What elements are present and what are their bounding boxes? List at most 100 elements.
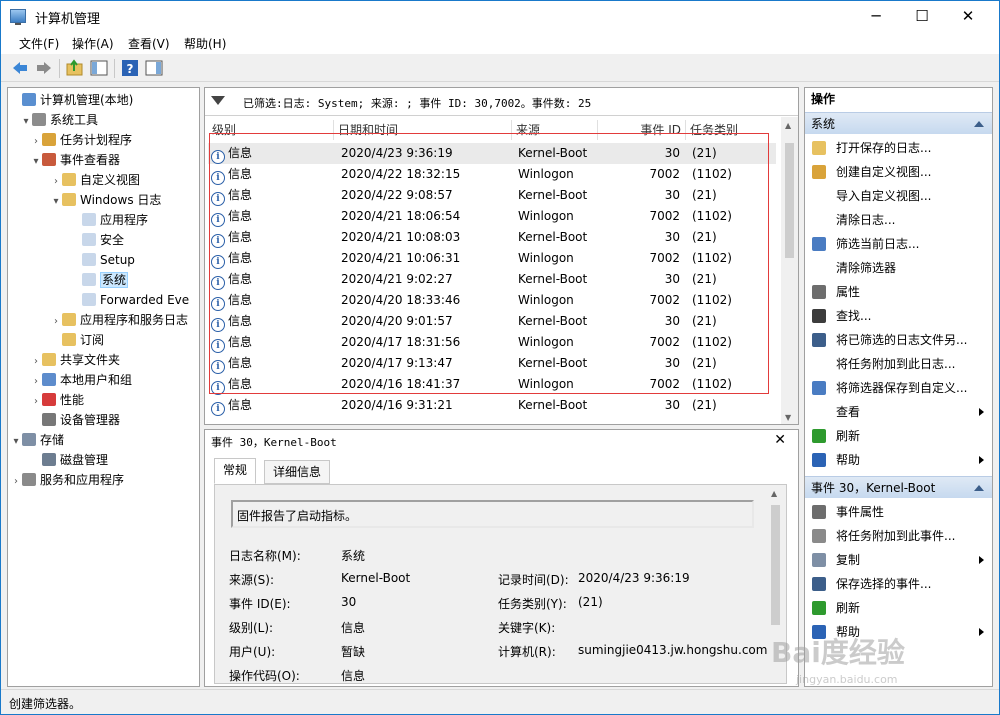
chevron-right-icon[interactable]: ›: [50, 172, 62, 192]
forward-arrow-icon[interactable]: [35, 59, 53, 77]
close-button[interactable]: ✕: [945, 1, 991, 32]
action-item[interactable]: 保存选择的事件...: [805, 572, 992, 596]
table-row[interactable]: i 信息 2020/4/17 18:31:56 Winlogon 7002 (1102): [208, 332, 776, 353]
column-header-datetime[interactable]: 日期和时间: [334, 120, 512, 140]
tree-item[interactable]: 磁盘管理: [30, 450, 108, 470]
action-item[interactable]: 创建自定义视图...: [805, 160, 992, 184]
action-item[interactable]: 清除日志...: [805, 208, 992, 232]
action-item[interactable]: 刷新: [805, 424, 992, 448]
table-row[interactable]: i 信息 2020/4/22 18:32:15 Winlogon 7002 (1102): [208, 164, 776, 185]
collapse-triangle-icon[interactable]: [974, 121, 984, 127]
detail-scrollbar-thumb[interactable]: [771, 505, 780, 625]
tree-item[interactable]: 系统: [70, 270, 129, 290]
tree-item[interactable]: 安全: [70, 230, 124, 250]
action-item[interactable]: 查看: [805, 400, 992, 424]
collapse-triangle-icon[interactable]: [974, 485, 984, 491]
table-row[interactable]: i 信息 2020/4/21 9:02:27 Kernel-Boot 30 (21): [208, 269, 776, 290]
table-row[interactable]: i 信息 2020/4/22 9:08:57 Kernel-Boot 30 (21): [208, 185, 776, 206]
menu-help[interactable]: 帮助(H): [184, 35, 226, 52]
chevron-down-icon[interactable]: ▾: [50, 192, 62, 212]
table-row[interactable]: i 信息 2020/4/21 10:08:03 Kernel-Boot 30 (21): [208, 227, 776, 248]
tab-details[interactable]: 详细信息: [264, 460, 331, 484]
tree-item[interactable]: 应用程序: [70, 210, 148, 230]
show-hide-tree-icon[interactable]: [90, 59, 108, 77]
table-row[interactable]: i 信息 2020/4/20 9:01:57 Kernel-Boot 30 (21): [208, 311, 776, 332]
info-icon: i: [211, 255, 225, 269]
tree-item[interactable]: › 性能: [30, 390, 84, 410]
level-text: 信息: [228, 293, 253, 307]
chevron-right-icon[interactable]: ›: [30, 392, 42, 412]
help-icon[interactable]: ?: [121, 59, 139, 77]
action-item[interactable]: 帮助: [805, 448, 992, 472]
close-icon[interactable]: ✕: [774, 432, 786, 448]
tree-item[interactable]: › 服务和应用程序: [10, 470, 124, 490]
action-item[interactable]: 导入自定义视图...: [805, 184, 992, 208]
minimize-button[interactable]: ─: [853, 1, 899, 32]
action-item[interactable]: 将任务附加到此事件...: [805, 524, 992, 548]
menu-file[interactable]: 文件(F): [19, 35, 59, 52]
chevron-right-icon[interactable]: ›: [10, 472, 22, 492]
back-arrow-icon[interactable]: [11, 59, 29, 77]
action-item[interactable]: 将任务附加到此日志...: [805, 352, 992, 376]
table-row[interactable]: i 信息 2020/4/21 18:06:54 Winlogon 7002 (1102): [208, 206, 776, 227]
tree-item[interactable]: 设备管理器: [30, 410, 120, 430]
chevron-down-icon[interactable]: ▾: [10, 432, 22, 452]
tree-item[interactable]: 计算机管理(本地): [10, 90, 133, 110]
chevron-right-icon[interactable]: ›: [30, 372, 42, 392]
tab-general[interactable]: 常规: [214, 458, 257, 484]
table-row[interactable]: i 信息 2020/4/20 18:33:46 Winlogon 7002 (1102): [208, 290, 776, 311]
tree-item[interactable]: › 共享文件夹: [30, 350, 120, 370]
level-cell: i 信息: [211, 143, 252, 164]
column-header-task-category[interactable]: 任务类别: [686, 120, 776, 140]
action-item[interactable]: 打开保存的日志...: [805, 136, 992, 160]
action-item[interactable]: 刷新: [805, 596, 992, 620]
chevron-down-icon[interactable]: ▾: [30, 152, 42, 172]
actions-section-event[interactable]: 事件 30，Kernel-Boot: [805, 476, 992, 498]
scroll-up-icon[interactable]: ▲: [785, 121, 791, 130]
table-row[interactable]: i 信息 2020/4/17 9:13:47 Kernel-Boot 30 (21): [208, 353, 776, 374]
event-message[interactable]: 固件报告了启动指标。: [231, 500, 754, 528]
chevron-right-icon[interactable]: ›: [30, 352, 42, 372]
tree-item[interactable]: ▾ 事件查看器: [30, 150, 120, 170]
show-hide-action-pane-icon[interactable]: [145, 59, 163, 77]
chevron-right-icon[interactable]: ›: [50, 312, 62, 332]
level-cell: i 信息: [211, 290, 252, 311]
actions-section-system[interactable]: 系统: [805, 112, 992, 134]
tree-item[interactable]: Setup: [70, 250, 135, 270]
table-row[interactable]: i 信息 2020/4/23 9:36:19 Kernel-Boot 30 (21): [208, 143, 776, 164]
window: 计算机管理 ─ ☐ ✕ 文件(F) 操作(A) 查看(V) 帮助(H) ? 计算…: [0, 0, 1000, 715]
column-header-level[interactable]: 级别: [208, 120, 334, 140]
chevron-right-icon[interactable]: ›: [30, 132, 42, 152]
scrollbar-thumb[interactable]: [785, 143, 794, 258]
tree-item[interactable]: ▾ 系统工具: [20, 110, 98, 130]
scroll-up-icon[interactable]: ▲: [771, 489, 777, 498]
tree-item[interactable]: 订阅: [50, 330, 104, 350]
tree-item[interactable]: Forwarded Eve: [70, 290, 189, 310]
table-row[interactable]: i 信息 2020/4/21 10:06:31 Winlogon 7002 (1102): [208, 248, 776, 269]
action-item[interactable]: 将已筛选的日志文件另...: [805, 328, 992, 352]
maximize-button[interactable]: ☐: [899, 1, 945, 32]
chevron-down-icon[interactable]: ▾: [20, 112, 32, 132]
action-item[interactable]: 属性: [805, 280, 992, 304]
scroll-down-icon[interactable]: ▼: [785, 413, 791, 422]
event-list-scrollbar[interactable]: ▲ ▼: [781, 117, 798, 424]
action-item[interactable]: 复制: [805, 548, 992, 572]
column-header-event-id[interactable]: 事件 ID: [598, 120, 686, 140]
table-row[interactable]: i 信息 2020/4/16 9:31:21 Kernel-Boot 30 (21): [208, 395, 776, 416]
column-header-source[interactable]: 来源: [512, 120, 598, 140]
menu-view[interactable]: 查看(V): [128, 35, 170, 52]
action-item[interactable]: 清除筛选器: [805, 256, 992, 280]
action-item[interactable]: 筛选当前日志...: [805, 232, 992, 256]
tree-item[interactable]: › 本地用户和组: [30, 370, 132, 390]
tree-item[interactable]: › 任务计划程序: [30, 130, 132, 150]
action-item[interactable]: 查找...: [805, 304, 992, 328]
tree-item[interactable]: › 自定义视图: [50, 170, 140, 190]
table-row[interactable]: i 信息 2020/4/16 18:41:37 Winlogon 7002 (1102): [208, 374, 776, 395]
menu-action[interactable]: 操作(A): [72, 35, 114, 52]
action-item[interactable]: 事件属性: [805, 500, 992, 524]
tree-item[interactable]: ▾ 存储: [10, 430, 64, 450]
tree-item[interactable]: › 应用程序和服务日志: [50, 310, 188, 330]
tree-item[interactable]: ▾ Windows 日志: [50, 190, 161, 210]
up-folder-icon[interactable]: [66, 59, 84, 77]
action-item[interactable]: 将筛选器保存到自定义...: [805, 376, 992, 400]
